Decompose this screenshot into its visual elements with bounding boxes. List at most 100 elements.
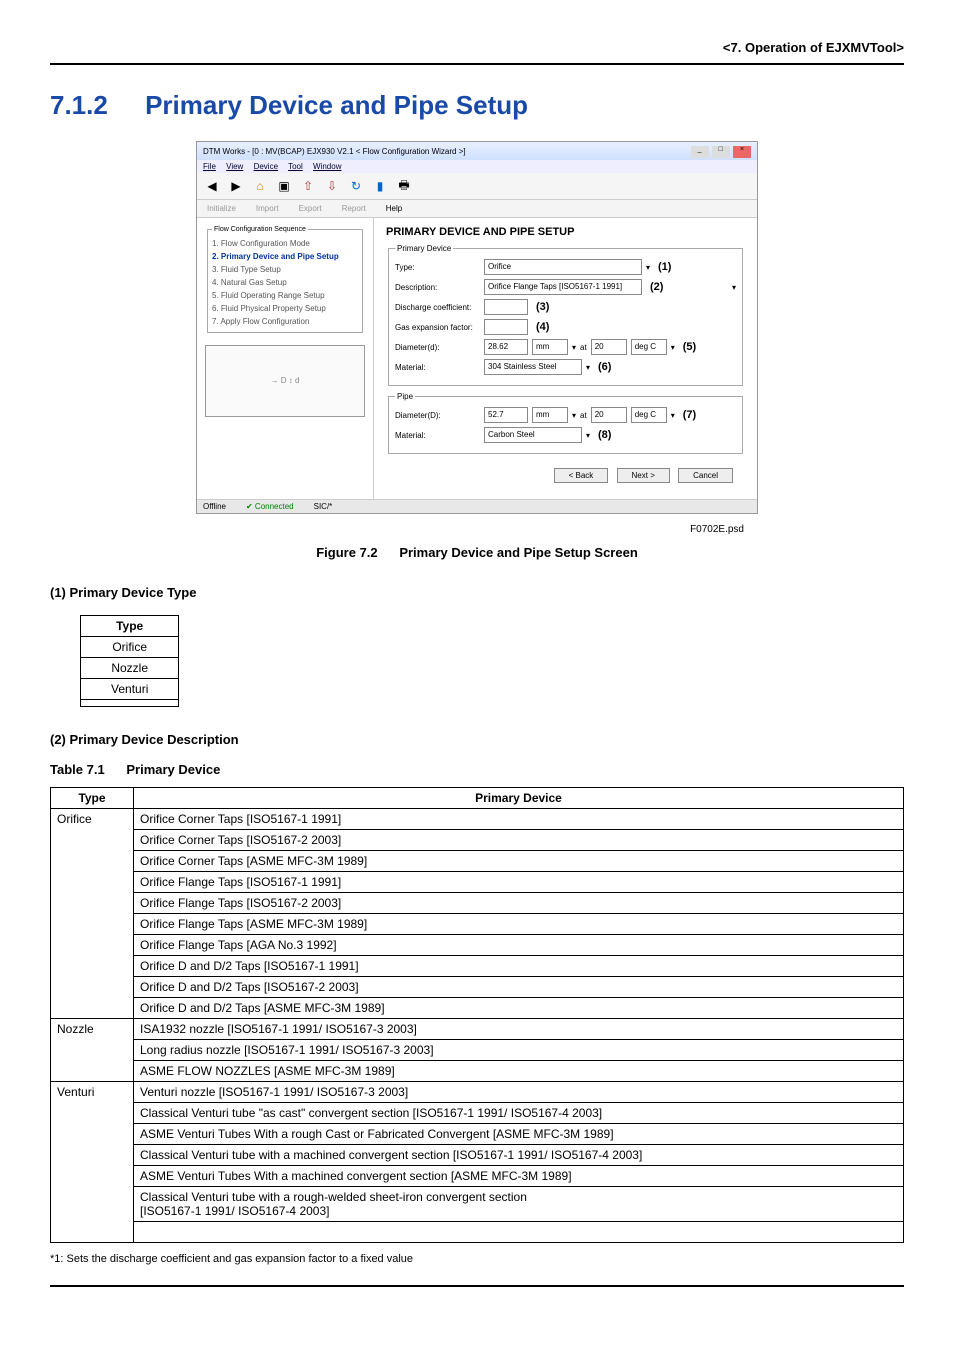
discharge-label: Discharge coefficient: xyxy=(395,303,480,312)
menu-file[interactable]: File xyxy=(203,162,216,171)
upload-icon[interactable]: ⇧ xyxy=(299,177,317,195)
type-cell: Venturi xyxy=(51,1082,134,1243)
home-icon[interactable]: ⌂ xyxy=(251,177,269,195)
device-icon[interactable]: ▣ xyxy=(275,177,293,195)
desc-dropdown[interactable]: Orifice Flange Taps [ISO5167-1 1991] xyxy=(484,279,642,295)
bottom-rule xyxy=(50,1285,904,1287)
menu-view[interactable]: View xyxy=(226,162,243,171)
print-icon[interactable]: 🖶 xyxy=(395,177,413,195)
back-button[interactable]: < Back xyxy=(554,468,609,483)
diameter-D-field[interactable]: 52.7 xyxy=(484,407,528,423)
close-icon[interactable]: × xyxy=(733,146,751,158)
wizard-main: PRIMARY DEVICE AND PIPE SETUP Primary De… xyxy=(374,218,757,499)
material-dropdown[interactable]: 304 Stainless Steel xyxy=(484,359,582,375)
device-cell: Orifice Flange Taps [ASME MFC-3M 1989] xyxy=(134,914,904,935)
device-cell: Orifice Flange Taps [AGA No.3 1992] xyxy=(134,935,904,956)
device-cell: Orifice Corner Taps [ISO5167-2 2003] xyxy=(134,830,904,851)
diameter-d-field[interactable]: 28.62 xyxy=(484,339,528,355)
temp-unit-dropdown[interactable]: deg C xyxy=(631,339,667,355)
type-row: Nozzle xyxy=(81,658,179,679)
nav-fwd-icon[interactable]: ▶ xyxy=(227,177,245,195)
type-dropdown[interactable]: Orifice xyxy=(484,259,642,275)
material-dropdown[interactable]: Carbon Steel xyxy=(484,427,582,443)
table-title: Primary Device xyxy=(126,762,220,777)
cancel-button[interactable]: Cancel xyxy=(678,468,733,483)
subbar-initialize: Initialize xyxy=(207,204,236,213)
dropdown-arrow-icon[interactable]: ▾ xyxy=(732,283,736,292)
subbar-import: Import xyxy=(256,204,279,213)
device-cell: Orifice D and D/2 Taps [ASME MFC-3M 1989… xyxy=(134,998,904,1019)
primary-device-legend: Primary Device xyxy=(395,244,453,253)
work-area: Flow Configuration Sequence 1. Flow Conf… xyxy=(197,218,757,499)
ref-temp-field[interactable]: 20 xyxy=(591,407,627,423)
step-4[interactable]: 4. Natural Gas Setup xyxy=(212,276,358,289)
callout-2: (2) xyxy=(650,281,663,293)
device-cell: Orifice Flange Taps [ISO5167-1 1991] xyxy=(134,872,904,893)
device-cell: Orifice Corner Taps [ISO5167-1 1991] xyxy=(134,809,904,830)
figure-number: Figure 7.2 xyxy=(316,545,377,560)
table-number: Table 7.1 xyxy=(50,762,105,777)
callout-1: (1) xyxy=(658,261,671,273)
step-3[interactable]: 3. Fluid Type Setup xyxy=(212,263,358,276)
step-5[interactable]: 5. Fluid Operating Range Setup xyxy=(212,289,358,302)
figure-caption: Figure 7.2 Primary Device and Pipe Setup… xyxy=(50,545,904,560)
col-device-header: Primary Device xyxy=(134,788,904,809)
maximize-icon[interactable]: □ xyxy=(712,146,730,158)
gas-exp-field[interactable] xyxy=(484,319,528,335)
refresh-icon[interactable]: ↻ xyxy=(347,177,365,195)
menu-device[interactable]: Device xyxy=(254,162,278,171)
minimize-icon[interactable]: _ xyxy=(691,146,709,158)
window-buttons: _ □ × xyxy=(690,144,751,158)
temp-unit-dropdown[interactable]: deg C xyxy=(631,407,667,423)
callout-5: (5) xyxy=(683,341,696,353)
type-row: Orifice xyxy=(81,637,179,658)
type-row: Venturi xyxy=(81,679,179,700)
dropdown-arrow-icon[interactable]: ▾ xyxy=(671,343,675,352)
menu-window[interactable]: Window xyxy=(313,162,341,171)
device-cell: ASME Venturi Tubes With a rough Cast or … xyxy=(134,1124,904,1145)
dropdown-arrow-icon[interactable]: ▾ xyxy=(586,363,590,372)
device-cell: Classical Venturi tube with a rough-weld… xyxy=(134,1187,904,1222)
subbar-help[interactable]: Help xyxy=(386,204,402,213)
dropdown-arrow-icon[interactable]: ▾ xyxy=(572,343,576,352)
menu-bar: File View Device Tool Window xyxy=(197,160,757,173)
section-2-heading: (2) Primary Device Description xyxy=(50,732,904,747)
device-cell: Orifice Flange Taps [ISO5167-2 2003] xyxy=(134,893,904,914)
ref-temp-field[interactable]: 20 xyxy=(591,339,627,355)
unit-dropdown[interactable]: mm xyxy=(532,339,568,355)
at-label: at xyxy=(580,411,587,420)
dropdown-arrow-icon[interactable]: ▾ xyxy=(671,411,675,420)
diameter-D-label: Diameter(D): xyxy=(395,411,480,420)
step-7[interactable]: 7. Apply Flow Configuration xyxy=(212,315,358,328)
discharge-field[interactable] xyxy=(484,299,528,315)
at-label: at xyxy=(580,343,587,352)
subbar-report: Report xyxy=(342,204,366,213)
col-type-header: Type xyxy=(51,788,134,809)
download-icon[interactable]: ⇩ xyxy=(323,177,341,195)
step-2[interactable]: 2. Primary Device and Pipe Setup xyxy=(212,250,358,263)
page-heading: 7.1.2 Primary Device and Pipe Setup xyxy=(50,90,904,121)
unit-dropdown[interactable]: mm xyxy=(532,407,568,423)
breadcrumb: <7. Operation of EJXMVTool> xyxy=(50,40,904,55)
sub-toolbar: Initialize Import Export Report Help xyxy=(197,200,757,218)
material-label: Material: xyxy=(395,363,480,372)
window-titlebar: DTM Works - [0 : MV(BCAP) EJX930 V2.1 < … xyxy=(197,142,757,160)
device-cell: Orifice Corner Taps [ASME MFC-3M 1989] xyxy=(134,851,904,872)
menu-tool[interactable]: Tool xyxy=(288,162,303,171)
db-icon[interactable]: ▮ xyxy=(371,177,389,195)
type-label: Type: xyxy=(395,263,480,272)
step-1[interactable]: 1. Flow Configuration Mode xyxy=(212,237,358,250)
callout-3: (3) xyxy=(536,301,549,313)
toolbar: ◀ ▶ ⌂ ▣ ⇧ ⇩ ↻ ▮ 🖶 xyxy=(197,173,757,200)
dropdown-arrow-icon[interactable]: ▾ xyxy=(646,263,650,272)
dropdown-arrow-icon[interactable]: ▾ xyxy=(586,431,590,440)
callout-8: (8) xyxy=(598,429,611,441)
heading-title: Primary Device and Pipe Setup xyxy=(145,90,528,120)
next-button[interactable]: Next > xyxy=(617,468,670,483)
top-rule xyxy=(50,63,904,65)
device-cell: ASME Venturi Tubes With a machined conve… xyxy=(134,1166,904,1187)
step-6[interactable]: 6. Fluid Physical Property Setup xyxy=(212,302,358,315)
dropdown-arrow-icon[interactable]: ▾ xyxy=(572,411,576,420)
heading-number: 7.1.2 xyxy=(50,90,108,120)
nav-back-icon[interactable]: ◀ xyxy=(203,177,221,195)
